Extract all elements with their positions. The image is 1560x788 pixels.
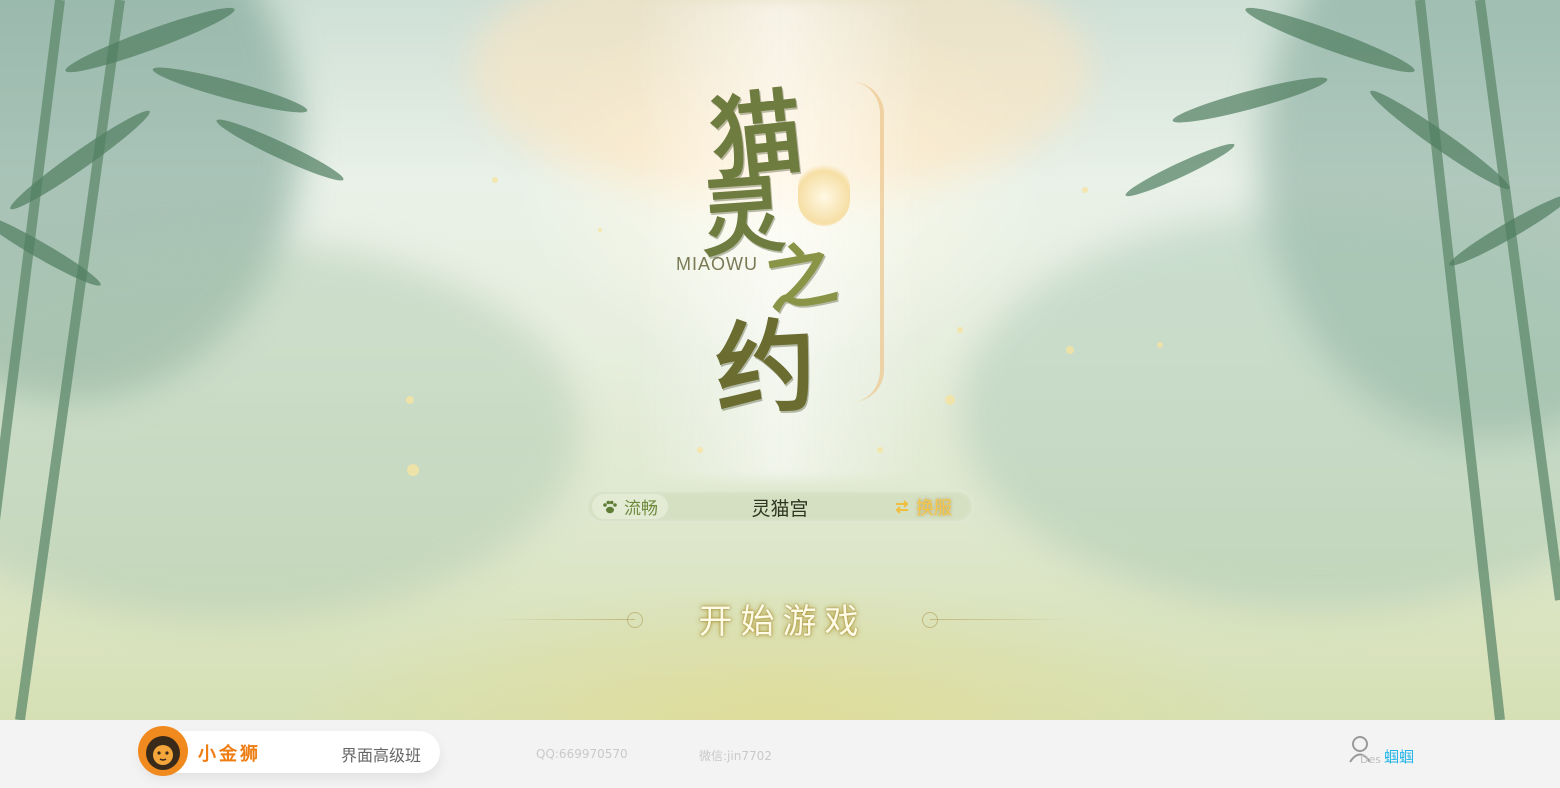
- switch-server-label: 换服: [916, 498, 952, 519]
- game-start-scene: 猫 灵 之 约 MIAOWU 流畅 灵猫宫 换服 开始游戏: [0, 0, 1560, 720]
- qq-contact: QQ:669970570: [536, 747, 628, 761]
- start-game-area: 开始游戏: [490, 590, 1075, 650]
- lion-icon: [139, 727, 187, 775]
- start-game-button[interactable]: 开始游戏: [680, 594, 885, 644]
- left-ornament-knot: [627, 612, 643, 628]
- lion-logo: [138, 726, 188, 776]
- logo-char-4: 约: [712, 306, 819, 430]
- logo-latin-text: MIAOWU: [676, 254, 758, 274]
- footer-bar: 小金狮 界面高级班 QQ:669970570 微信:jin7702 Des 蝈蝈: [0, 720, 1560, 788]
- brand-name: 小金狮: [198, 744, 261, 765]
- right-ornament: [930, 619, 1075, 620]
- switch-server-button[interactable]: 换服: [894, 494, 952, 520]
- author-name: 蝈蝈: [1384, 748, 1415, 766]
- course-name: 界面高级班: [341, 746, 422, 765]
- wechat-contact: 微信:jin7702: [699, 749, 772, 763]
- swap-icon: [895, 500, 909, 514]
- left-ornament: [490, 619, 635, 620]
- designer-label: Des: [1360, 753, 1381, 766]
- game-logo: 猫 灵 之 约 MIAOWU: [670, 62, 900, 430]
- right-ornament-knot: [922, 612, 938, 628]
- server-selector: 流畅 灵猫宫 换服: [586, 490, 974, 523]
